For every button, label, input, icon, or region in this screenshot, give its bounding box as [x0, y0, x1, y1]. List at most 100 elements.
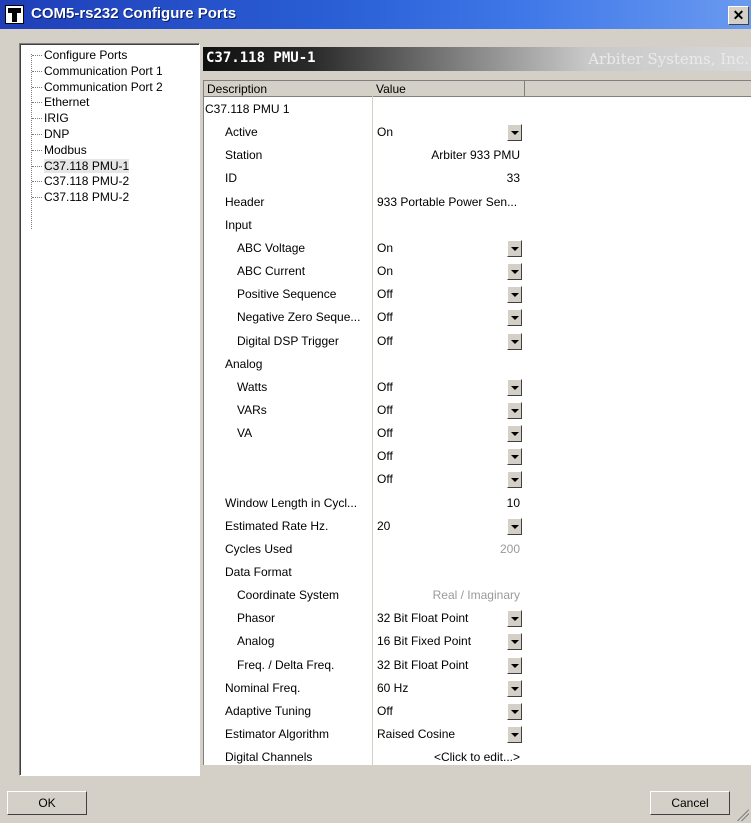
property-dropdown[interactable]: Off — [373, 306, 524, 329]
property-row[interactable]: C37.118 PMU 1 — [204, 98, 524, 121]
property-row[interactable]: Window Length in Cycl... 10 — [204, 492, 524, 515]
cancel-button[interactable]: Cancel — [650, 791, 730, 815]
tree-item[interactable]: C37.118 PMU-2 — [32, 174, 129, 188]
property-value[interactable] — [373, 214, 524, 237]
ok-button[interactable]: OK — [7, 791, 87, 815]
property-row[interactable]: Off — [204, 468, 524, 491]
property-row[interactable]: Nominal Freq. 60 Hz — [204, 677, 524, 700]
property-row[interactable]: Analog 16 Bit Fixed Point — [204, 630, 524, 653]
property-row[interactable]: Digital Channels <Click to edit...> — [204, 746, 524, 769]
property-dropdown[interactable]: Off — [373, 445, 524, 468]
property-value[interactable] — [373, 353, 524, 376]
property-value[interactable] — [373, 98, 524, 121]
property-row[interactable]: Input — [204, 214, 524, 237]
property-dropdown[interactable]: Off — [373, 422, 524, 445]
property-dropdown[interactable]: Off — [373, 700, 524, 723]
chevron-down-icon[interactable] — [507, 518, 522, 535]
tree-item[interactable]: Ethernet — [32, 95, 89, 109]
property-row[interactable]: Freq. / Delta Freq. 32 Bit Float Point — [204, 654, 524, 677]
tree-item[interactable]: C37.118 PMU-2 — [32, 190, 129, 204]
property-value-text: Off — [377, 334, 393, 348]
chevron-down-icon[interactable] — [507, 633, 522, 650]
tree-connector — [32, 150, 42, 152]
tree-item[interactable]: Communication Port 1 — [32, 64, 163, 78]
property-row[interactable]: Cycles Used 200 — [204, 538, 524, 561]
column-header-value[interactable]: Value — [373, 81, 525, 97]
property-row[interactable]: Positive Sequence Off — [204, 283, 524, 306]
chevron-down-icon[interactable] — [507, 263, 522, 280]
property-dropdown[interactable]: 20 — [373, 515, 524, 538]
property-value[interactable]: 933 Portable Power Sen... — [373, 191, 524, 214]
property-row[interactable]: Off — [204, 445, 524, 468]
chevron-down-icon[interactable] — [507, 309, 522, 326]
property-row[interactable]: Active On — [204, 121, 524, 144]
column-header-description[interactable]: Description — [204, 81, 373, 97]
property-row[interactable]: Header 933 Portable Power Sen... — [204, 191, 524, 214]
tree-item[interactable]: IRIG — [32, 111, 69, 125]
property-row[interactable]: ABC Voltage On — [204, 237, 524, 260]
property-dropdown[interactable]: 32 Bit Float Point — [373, 654, 524, 677]
property-dropdown[interactable]: On — [373, 237, 524, 260]
chevron-down-icon[interactable] — [507, 402, 522, 419]
property-dropdown[interactable]: Off — [373, 330, 524, 353]
property-row[interactable]: Station Arbiter 933 PMU — [204, 144, 524, 167]
property-value[interactable] — [373, 561, 524, 584]
property-value[interactable]: <Click to edit...> — [373, 746, 524, 769]
property-row[interactable]: Estimated Rate Hz. 20 — [204, 515, 524, 538]
chevron-down-icon[interactable] — [507, 610, 522, 627]
property-row[interactable]: Phasor 32 Bit Float Point — [204, 607, 524, 630]
property-dropdown[interactable]: 60 Hz — [373, 677, 524, 700]
property-row[interactable]: Estimator Algorithm Raised Cosine — [204, 723, 524, 746]
chevron-down-icon[interactable] — [507, 703, 522, 720]
property-value[interactable]: Arbiter 933 PMU — [373, 144, 524, 167]
property-dropdown[interactable]: Off — [373, 376, 524, 399]
property-row[interactable]: VARs Off — [204, 399, 524, 422]
tree-connector — [32, 55, 42, 57]
property-row[interactable]: VA Off — [204, 422, 524, 445]
property-dropdown[interactable]: 16 Bit Fixed Point — [373, 630, 524, 653]
property-dropdown[interactable]: On — [373, 260, 524, 283]
property-row[interactable]: Analog — [204, 353, 524, 376]
chevron-down-icon[interactable] — [507, 657, 522, 674]
chevron-down-icon[interactable] — [507, 240, 522, 257]
chevron-down-icon[interactable] — [507, 286, 522, 303]
chevron-down-icon[interactable] — [507, 425, 522, 442]
property-dropdown[interactable]: Off — [373, 468, 524, 491]
property-row[interactable]: ABC Current On — [204, 260, 524, 283]
property-row[interactable]: Watts Off — [204, 376, 524, 399]
property-value[interactable]: 10 — [373, 492, 524, 515]
chevron-down-icon[interactable] — [507, 471, 522, 488]
property-row[interactable]: Digital DSP Trigger Off — [204, 330, 524, 353]
property-row[interactable]: Adaptive Tuning Off — [204, 700, 524, 723]
chevron-down-icon[interactable] — [507, 124, 522, 141]
property-dropdown[interactable]: Off — [373, 399, 524, 422]
resize-grip[interactable] — [737, 809, 749, 821]
property-label: Data Format — [225, 565, 292, 579]
close-button[interactable]: ✕ — [728, 6, 749, 25]
tree-item[interactable]: Communication Port 2 — [32, 80, 163, 94]
chevron-down-icon[interactable] — [507, 379, 522, 396]
property-dropdown[interactable]: Off — [373, 283, 524, 306]
tree-item-label: C37.118 PMU-1 — [44, 159, 130, 173]
chevron-down-icon[interactable] — [507, 726, 522, 743]
tree-item[interactable]: DNP — [32, 127, 69, 141]
tree-item[interactable]: Configure Ports — [32, 48, 127, 62]
property-row[interactable]: Data Format — [204, 561, 524, 584]
property-value-text: 933 Portable Power Sen... — [377, 195, 518, 209]
tree-item[interactable]: C37.118 PMU-1 — [32, 159, 130, 173]
title-bar: COM5-rs232 Configure Ports ✕ — [0, 0, 751, 29]
property-dropdown[interactable]: Raised Cosine — [373, 723, 524, 746]
chevron-down-icon[interactable] — [507, 680, 522, 697]
property-row[interactable]: Coordinate System Real / Imaginary — [204, 584, 524, 607]
property-value[interactable]: 33 — [373, 167, 524, 190]
chevron-down-icon[interactable] — [507, 333, 522, 350]
property-row[interactable]: Negative Zero Seque... Off — [204, 306, 524, 329]
chevron-down-icon[interactable] — [507, 448, 522, 465]
tree-item-label: Modbus — [44, 143, 87, 157]
property-value-text: Off — [377, 704, 393, 718]
tree-item[interactable]: Modbus — [32, 143, 87, 157]
property-dropdown[interactable]: 32 Bit Float Point — [373, 607, 524, 630]
property-dropdown[interactable]: On — [373, 121, 524, 144]
property-row[interactable]: ID 33 — [204, 167, 524, 190]
property-value-text: Off — [377, 380, 393, 394]
